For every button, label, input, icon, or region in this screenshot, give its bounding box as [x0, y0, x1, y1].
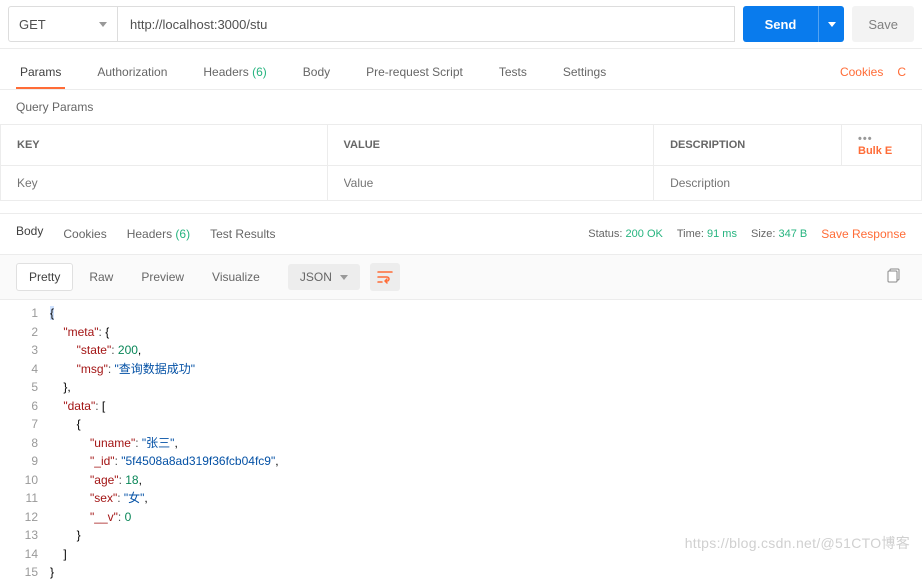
tab-authorization[interactable]: Authorization	[93, 57, 171, 89]
method-value: GET	[19, 17, 46, 32]
line-gutter: 123456789101112131415	[0, 304, 50, 582]
wrap-icon[interactable]	[370, 263, 400, 291]
chevron-down-icon	[828, 22, 836, 27]
col-value: VALUE	[327, 125, 654, 166]
save-button[interactable]: Save	[852, 6, 914, 42]
col-key: KEY	[1, 125, 328, 166]
more-icon[interactable]: •••	[858, 133, 873, 145]
query-params-table: KEY VALUE DESCRIPTION ••• Bulk E	[0, 124, 922, 201]
save-response-button[interactable]: Save Response	[821, 227, 906, 241]
view-preview[interactable]: Preview	[129, 264, 196, 290]
watermark: https://blog.csdn.net/@51CTO博客	[685, 533, 910, 553]
request-tabs: Params Authorization Headers (6) Body Pr…	[0, 49, 922, 90]
request-bar: GET Send Save	[0, 0, 922, 49]
response-tabs: Body Cookies Headers (6) Test Results St…	[0, 213, 922, 255]
resp-tab-headers[interactable]: Headers (6)	[127, 227, 190, 241]
url-input[interactable]	[118, 6, 735, 42]
size-value: 347 B	[779, 228, 808, 240]
response-meta: Status: 200 OK Time: 91 ms Size: 347 B S…	[588, 227, 906, 241]
description-input[interactable]	[654, 166, 921, 200]
chevron-down-icon	[340, 275, 348, 280]
time-value: 91 ms	[707, 228, 737, 240]
bulk-edit-link[interactable]: Bulk E	[858, 145, 892, 157]
resp-tab-tests[interactable]: Test Results	[210, 227, 275, 241]
view-raw[interactable]: Raw	[77, 264, 125, 290]
tab-settings[interactable]: Settings	[559, 57, 610, 89]
value-input[interactable]	[328, 166, 654, 200]
tab-params[interactable]: Params	[16, 57, 65, 89]
chevron-down-icon	[99, 22, 107, 27]
send-dropdown[interactable]	[818, 6, 844, 42]
format-select[interactable]: JSON	[288, 264, 360, 290]
tab-body[interactable]: Body	[299, 57, 334, 89]
tab-headers[interactable]: Headers (6)	[199, 57, 270, 89]
send-group: Send	[743, 6, 845, 42]
query-params-title: Query Params	[0, 90, 922, 124]
code-link[interactable]: C	[897, 65, 906, 81]
send-button[interactable]: Send	[743, 6, 819, 42]
copy-icon[interactable]	[883, 264, 906, 290]
resp-tab-body[interactable]: Body	[16, 224, 43, 244]
cookies-link[interactable]: Cookies	[840, 65, 883, 81]
key-input[interactable]	[1, 166, 327, 200]
resp-tab-cookies[interactable]: Cookies	[63, 227, 106, 241]
view-controls: Pretty Raw Preview Visualize JSON	[0, 255, 922, 300]
http-method-select[interactable]: GET	[8, 6, 118, 42]
view-pretty[interactable]: Pretty	[16, 263, 73, 291]
table-row	[1, 166, 922, 201]
col-description: DESCRIPTION	[654, 125, 842, 166]
tab-tests[interactable]: Tests	[495, 57, 531, 89]
status-value: 200 OK	[626, 228, 663, 240]
view-visualize[interactable]: Visualize	[200, 264, 272, 290]
tab-prerequest[interactable]: Pre-request Script	[362, 57, 467, 89]
col-actions: ••• Bulk E	[842, 125, 922, 166]
